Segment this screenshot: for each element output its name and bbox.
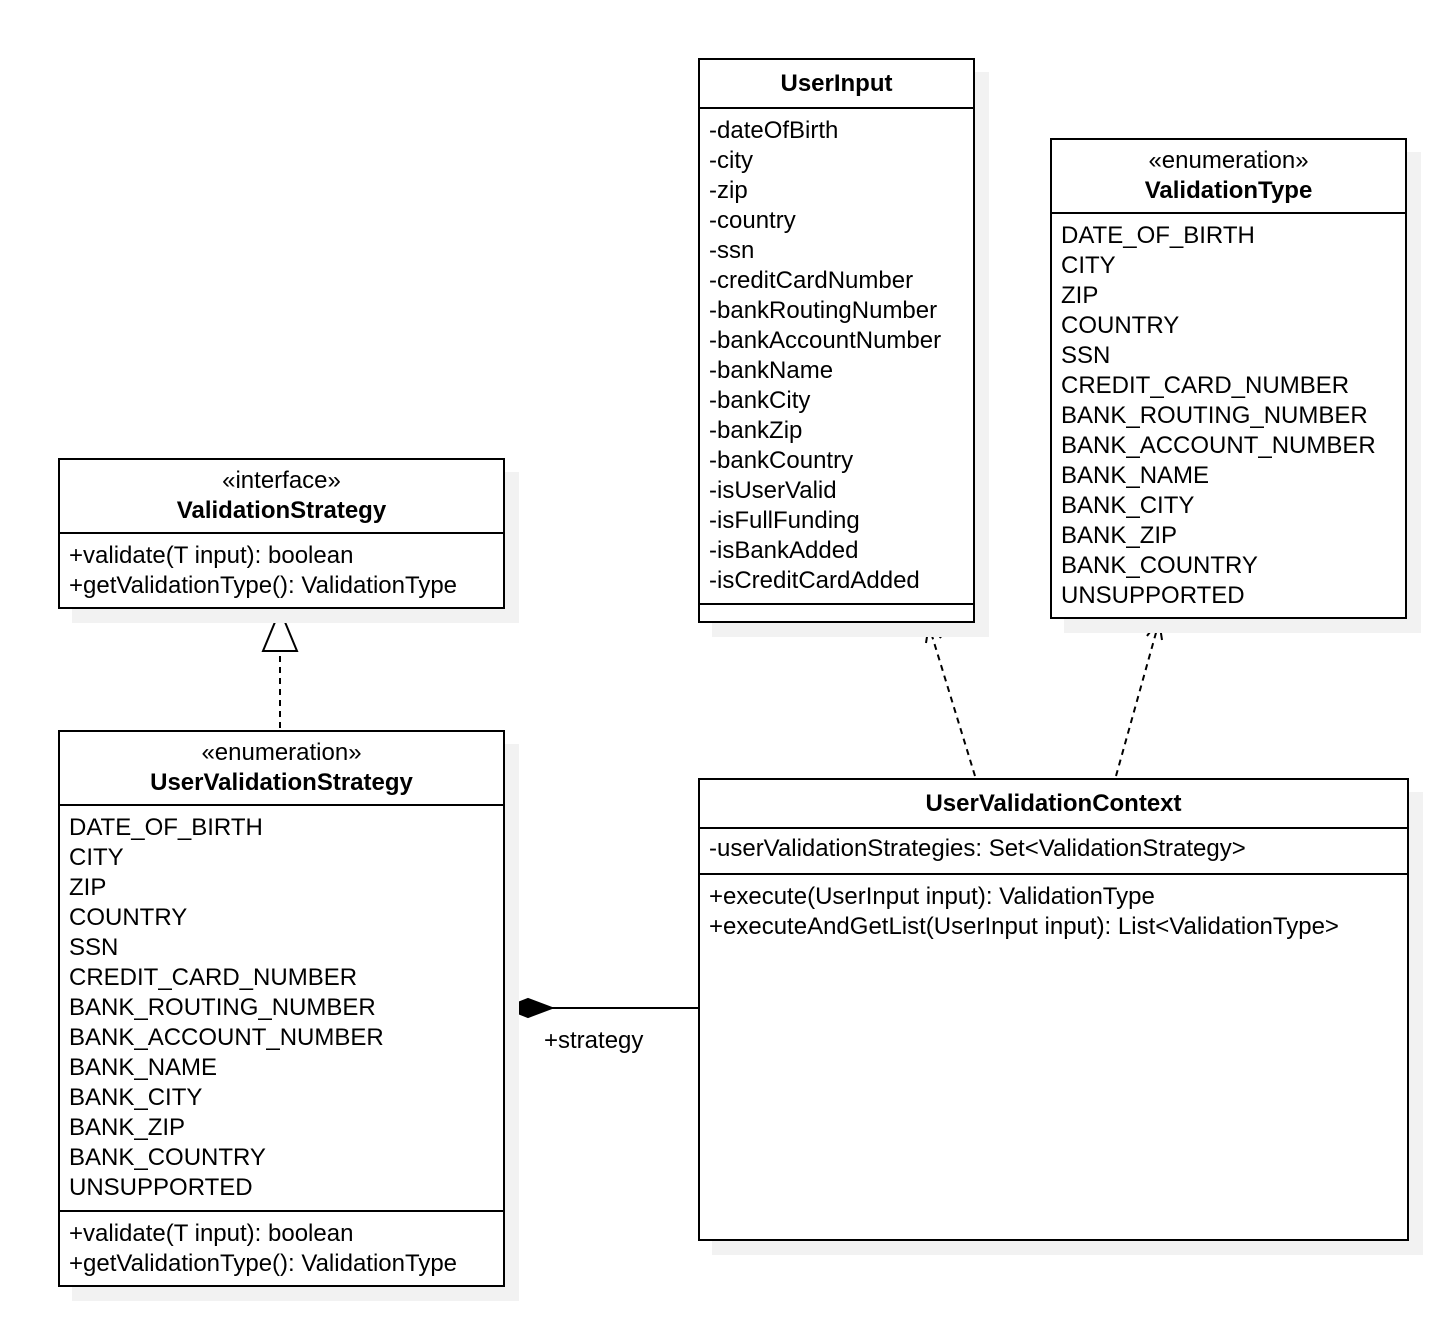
attribute-item: DATE_OF_BIRTH (1061, 222, 1255, 249)
attribute-item: -ssn (709, 237, 755, 264)
attribute-item: UNSUPPORTED (1061, 582, 1245, 609)
attribute-item: BANK_COUNTRY (69, 1144, 266, 1171)
attribute-item: BANK_ZIP (1061, 522, 1178, 549)
class-header: «interface» ValidationStrategy (60, 460, 503, 532)
attribute-item: -bankAccountNumber (709, 327, 942, 354)
attribute-item: -bankName (709, 357, 834, 384)
class-header: «enumeration» ValidationType (1052, 140, 1405, 212)
attribute-item: CREDIT_CARD_NUMBER (69, 964, 358, 991)
attribute-item: -userValidationStrategies: Set<Validatio… (709, 835, 1246, 862)
class-name: UserInput (780, 70, 893, 97)
attribute-item: DATE_OF_BIRTH (69, 814, 263, 841)
attribute-item: COUNTRY (1061, 312, 1180, 339)
open-arrowhead (925, 621, 942, 644)
method-item: +execute(UserInput input): ValidationTyp… (709, 883, 1155, 910)
attribute-item: BANK_NAME (1061, 462, 1210, 489)
class-header: UserInput (700, 60, 973, 107)
composition-edge (502, 997, 698, 1019)
class-userinput[interactable]: UserInput -dateOfBirth -city -zip -country -s… (698, 58, 975, 623)
class-name: ValidationType (1144, 177, 1313, 204)
methods-compartment (700, 603, 973, 621)
method-item: +validate(T input): boolean (69, 542, 354, 569)
class-name: UserValidationStrategy (150, 769, 413, 796)
enum-validationtype[interactable]: «enumeration» ValidationType DATE_OF_BIRTH… (1050, 138, 1407, 619)
attribute-item: BANK_ROUTING_NUMBER (69, 994, 376, 1021)
attribute-item: -bankCity (709, 387, 811, 414)
attribute-item: -bankRoutingNumber (709, 297, 938, 324)
attribute-item: BANK_CITY (1061, 492, 1195, 519)
attribute-item: -creditCardNumber (709, 267, 914, 294)
attribute-item: -zip (709, 177, 748, 204)
attributes-compartment: -dateOfBirth -city -zip -country -ssn -credit… (700, 107, 973, 603)
attribute-item: BANK_ACCOUNT_NUMBER (69, 1024, 384, 1051)
method-item: +getValidationType(): ValidationType (69, 572, 458, 599)
stereotype: «interface» (222, 467, 341, 494)
enum-uservalidationstrategy[interactable]: «enumeration» UserValidationStrategy DATE_… (58, 730, 505, 1287)
methods-compartment: +validate(T input): boolean +getValidatio… (60, 532, 503, 608)
interface-validationstrategy[interactable]: «interface» ValidationStrategy +validate(T… (58, 458, 505, 609)
attribute-item: COUNTRY (69, 904, 188, 931)
attribute-item: -country (709, 207, 796, 234)
method-item: +validate(T input): boolean (69, 1220, 354, 1247)
class-name: ValidationStrategy (176, 497, 387, 524)
attribute-item: BANK_ROUTING_NUMBER (1061, 402, 1368, 429)
attribute-item: -bankZip (709, 417, 803, 444)
attribute-item: SSN (69, 934, 119, 961)
dependency-edge-userinput (925, 621, 976, 777)
class-uservalidationcontext[interactable]: UserValidationContext -userValidationStra… (698, 778, 1409, 1241)
attribute-item: SSN (1061, 342, 1111, 369)
attribute-item: -isUserValid (709, 477, 837, 504)
attributes-compartment: -userValidationStrategies: Set<Validatio… (700, 827, 1407, 873)
attribute-item: -bankCountry (709, 447, 854, 474)
attribute-item: BANK_ZIP (69, 1114, 186, 1141)
attribute-item: -dateOfBirth (709, 117, 839, 144)
attribute-item: CREDIT_CARD_NUMBER (1061, 372, 1350, 399)
attributes-compartment: DATE_OF_BIRTH CITY ZIP COUNTRY SSN CREDIT_CAR… (60, 804, 503, 1210)
composition-role-label: +strategy (544, 1027, 644, 1054)
filled-diamond (502, 997, 555, 1019)
attribute-item: -isCreditCardAdded (709, 567, 920, 594)
class-name: UserValidationContext (925, 790, 1182, 817)
hollow-triangle-arrowhead (261, 607, 299, 652)
method-item: +getValidationType(): ValidationType (69, 1250, 458, 1277)
attribute-item: BANK_COUNTRY (1061, 552, 1258, 579)
class-header: «enumeration» UserValidationStrategy (60, 732, 503, 804)
method-item: +executeAndGetList(UserInput input): Lis… (709, 913, 1339, 940)
stereotype: «enumeration» (1148, 147, 1309, 174)
attribute-item: UNSUPPORTED (69, 1174, 253, 1201)
attributes-compartment: DATE_OF_BIRTH CITY ZIP COUNTRY SSN CREDIT_CAR… (1052, 212, 1405, 618)
attribute-item: BANK_NAME (69, 1054, 218, 1081)
attribute-item: ZIP (69, 874, 107, 901)
attribute-item: ZIP (1061, 282, 1099, 309)
attribute-item: -isFullFunding (709, 507, 860, 534)
class-header: UserValidationContext (700, 780, 1407, 827)
realization-edge (261, 607, 299, 728)
attribute-item: -isBankAdded (709, 537, 859, 564)
dependency-edge-validationtype (1115, 617, 1163, 777)
attribute-item: CITY (1061, 252, 1116, 279)
stereotype: «enumeration» (201, 739, 362, 766)
attribute-item: BANK_CITY (69, 1084, 203, 1111)
attribute-item: BANK_ACCOUNT_NUMBER (1061, 432, 1376, 459)
attribute-item: CITY (69, 844, 124, 871)
methods-compartment: +execute(UserInput input): ValidationTyp… (700, 873, 1407, 1239)
methods-compartment: +validate(T input): boolean +getValidatio… (60, 1210, 503, 1286)
attribute-item: -city (709, 147, 753, 174)
